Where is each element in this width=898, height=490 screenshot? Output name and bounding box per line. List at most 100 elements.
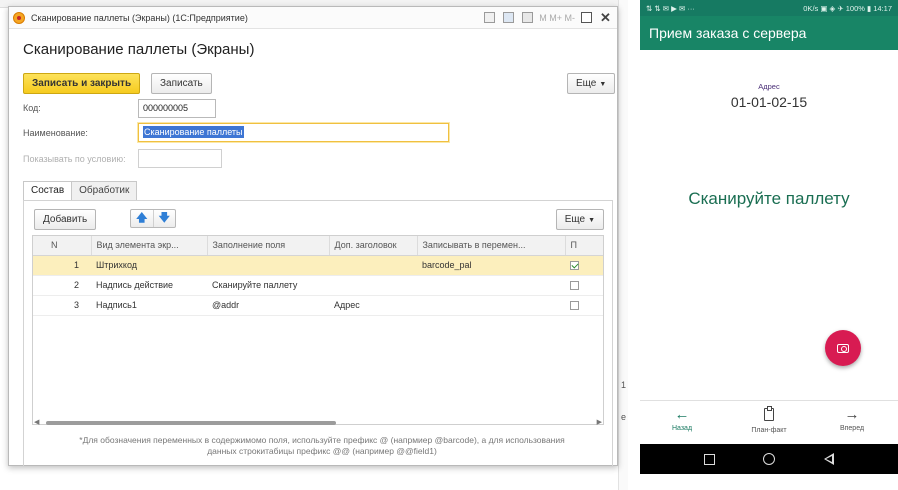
tab-panel: Добавить 🡅 🡇 Еще ▼ N Вид элемента экр... … [23, 200, 613, 467]
column-header-kind[interactable]: Вид элемента экр... [91, 236, 208, 256]
window-titlebar: Сканирование паллеты (Экраны) (1С:Предпр… [9, 7, 617, 29]
hint-line-2: данных строкитабицы префикс @@ (например… [207, 446, 437, 456]
link-icon[interactable] [482, 10, 497, 25]
cell-extra: Адрес [329, 295, 417, 316]
back-icon[interactable] [823, 453, 834, 465]
cell-kind: Надпись1 [91, 295, 207, 316]
cell-n: 3 [33, 295, 91, 316]
status-notifications: ⇅ ⇅ ✉ ▶ ✉ ··· [646, 3, 695, 13]
phone-screen: ⇅ ⇅ ✉ ▶ ✉ ··· 0K/s ▣ ◈ ✈ 100% ▮ 14:17 Пр… [640, 0, 898, 490]
row-checkbox[interactable] [570, 261, 579, 271]
nav-plan-label: План-факт [751, 427, 787, 434]
status-system: 0K/s ▣ ◈ ✈ 100% ▮ 14:17 [803, 3, 892, 13]
table-row[interactable]: 2 Надпись действие Сканируйте паллету [33, 275, 603, 296]
code-label: Код: [23, 103, 41, 113]
arrow-right-icon: → [844, 406, 860, 423]
cell-fill: Сканируйте паллету [207, 275, 329, 296]
tab-composition[interactable]: Состав [23, 181, 73, 201]
form-window: Сканирование паллеты (Экраны) (1С:Предпр… [8, 6, 618, 467]
table-header: N Вид элемента экр... Заполнение поля До… [33, 236, 603, 256]
cell-fill: @addr [207, 295, 329, 316]
column-header-p[interactable]: П [565, 236, 603, 256]
table-more-button[interactable]: Еще ▼ [555, 209, 604, 230]
arrow-left-icon: ← [674, 406, 690, 423]
arrow-up-icon[interactable]: 🡅 [131, 210, 153, 227]
scroll-thumb[interactable] [46, 421, 336, 425]
cell-kind: Надпись действие [91, 275, 207, 296]
scroll-right-icon[interactable]: ▶ [597, 418, 602, 426]
hint-text: *Для обозначения переменных в содержимом… [38, 435, 606, 457]
save-button[interactable]: Записать [151, 73, 212, 94]
cell-kind: Штрихкод [91, 255, 207, 276]
column-header-var[interactable]: Записывать в перемен... [417, 236, 566, 256]
close-button[interactable]: ✕ [598, 10, 613, 25]
row-checkbox[interactable] [570, 301, 579, 311]
add-row-button[interactable]: Добавить [34, 209, 97, 230]
hint-line-1: *Для обозначения переменных в содержимом… [79, 435, 565, 445]
table-more-label: Еще [564, 214, 586, 225]
table-toolbar: Добавить 🡅 🡇 Еще ▼ [34, 209, 604, 230]
bottom-navigation: ← Назад План-факт → Вперед [640, 400, 898, 444]
scan-prompt: Сканируйте паллету [688, 189, 850, 208]
more-button[interactable]: Еще ▼ [567, 73, 616, 94]
home-icon[interactable] [763, 453, 776, 465]
window-title: Сканирование паллеты (Экраны) (1С:Предпр… [31, 12, 248, 23]
address-value: 01-01-02-15 [730, 94, 808, 110]
elements-table: N Вид элемента экр... Заполнение поля До… [32, 235, 604, 425]
desktop-fragment: 1 [621, 380, 627, 390]
cell-flag [565, 295, 603, 316]
memory-buttons[interactable]: M M+ M- [539, 13, 575, 23]
row-checkbox[interactable] [570, 281, 579, 291]
chevron-down-icon: ▼ [599, 81, 607, 88]
condition-field[interactable] [138, 149, 222, 168]
scroll-left-icon[interactable]: ◀ [34, 418, 39, 426]
status-bar: ⇅ ⇅ ✉ ▶ ✉ ··· 0K/s ▣ ◈ ✈ 100% ▮ 14:17 [640, 0, 898, 16]
window-tools: M M+ M- ✕ [482, 10, 613, 25]
cell-extra [329, 275, 417, 296]
cell-fill [207, 255, 329, 276]
calendar-icon[interactable] [501, 10, 516, 25]
cell-var [417, 295, 565, 316]
cell-flag [565, 255, 603, 276]
cell-n: 1 [33, 255, 91, 276]
calculator-icon[interactable] [520, 10, 535, 25]
app-logo-icon [13, 11, 25, 24]
recents-icon[interactable] [704, 453, 716, 465]
tab-strip: Состав Обработик [23, 181, 138, 201]
column-header-n[interactable]: N [33, 236, 92, 256]
scan-camera-button[interactable] [825, 330, 861, 366]
nav-back-label: Назад [671, 425, 693, 432]
desktop-fragment: е [621, 412, 627, 422]
tab-handler[interactable]: Обработик [71, 181, 138, 201]
nav-next[interactable]: → Вперед [832, 405, 872, 432]
more-label: Еще [576, 78, 597, 89]
name-label: Наименование: [23, 128, 88, 138]
nav-plan-fact[interactable]: План-факт [744, 405, 794, 434]
app-bar-title: Прием заказа с сервера [640, 16, 898, 50]
cell-n: 2 [33, 275, 91, 296]
name-value: Сканирование паллеты [143, 126, 244, 138]
horizontal-scrollbar[interactable]: ◀ ▶ [32, 419, 604, 427]
arrow-down-icon[interactable]: 🡇 [152, 210, 176, 227]
cell-var [417, 275, 565, 296]
name-field[interactable]: Сканирование паллеты [138, 123, 449, 142]
column-header-fill[interactable]: Заполнение поля [207, 236, 330, 256]
maximize-button[interactable] [579, 10, 594, 25]
column-header-extra[interactable]: Доп. заголовок [329, 236, 418, 256]
code-field[interactable]: 000000005 [138, 99, 216, 118]
page-title: Сканирование паллеты (Экраны) [23, 41, 255, 58]
condition-label: Показывать по условию: [23, 154, 126, 164]
cell-extra [329, 255, 417, 276]
chevron-down-icon: ▼ [588, 217, 595, 224]
cell-var: barcode_pal [417, 255, 565, 276]
system-navigation [640, 444, 898, 474]
table-row[interactable]: 3 Надпись1 @addr Адрес [33, 295, 603, 316]
cell-flag [565, 275, 603, 296]
phone-bottom-margin [640, 474, 898, 490]
move-buttons: 🡅 🡇 [130, 209, 176, 228]
save-and-close-button[interactable]: Записать и закрыть [23, 73, 141, 94]
clipboard-icon [744, 405, 794, 427]
table-row[interactable]: 1 Штрихкод barcode_pal [33, 255, 603, 276]
nav-next-label: Вперед [839, 425, 865, 432]
nav-back[interactable]: ← Назад [662, 405, 702, 432]
